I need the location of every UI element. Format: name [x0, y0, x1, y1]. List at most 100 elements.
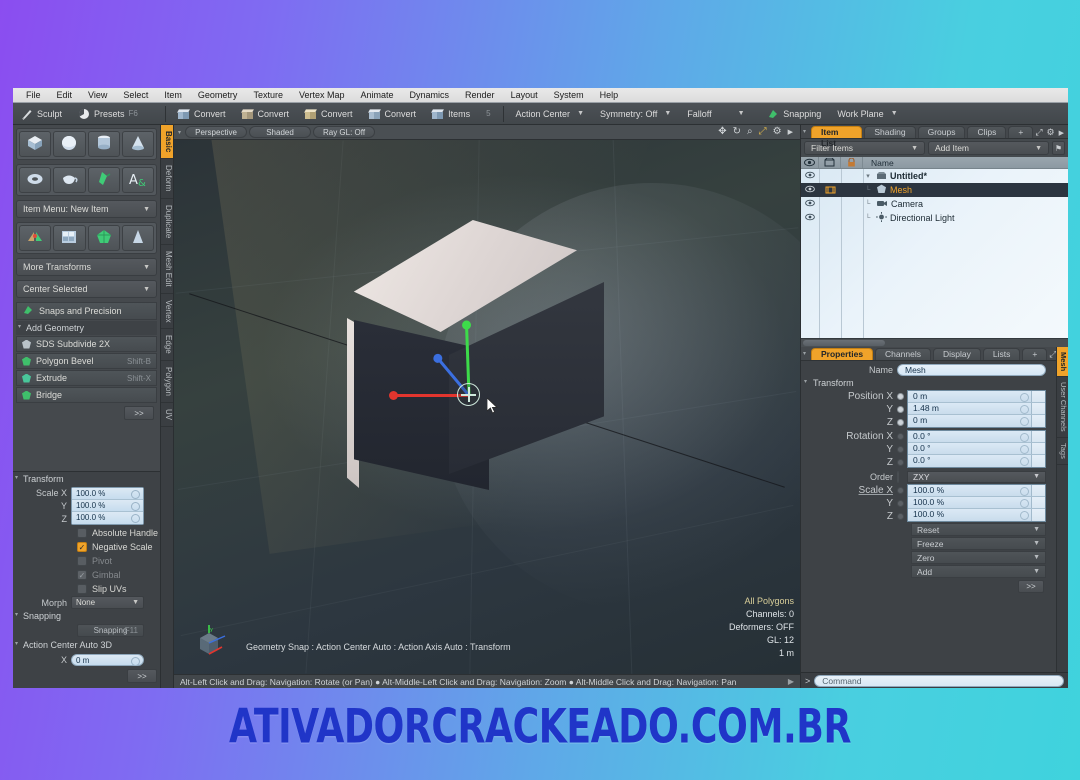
scale-y-field[interactable]: 100.0 % [908, 497, 1045, 509]
item-list-body[interactable]: ▾ Untitled* └ Mesh └ Camera └ Directiona… [801, 169, 1068, 338]
visibility-toggle[interactable] [801, 185, 819, 195]
menu-item-vertex-map[interactable]: Vertex Map [291, 88, 353, 103]
expander-icon[interactable]: ▾ [863, 172, 873, 180]
item-list-horizontal-scrollbar[interactable] [801, 338, 1068, 347]
chevron-right-icon[interactable]: ▶ [788, 129, 793, 136]
gizmo-x-handle[interactable] [389, 391, 398, 400]
tab-item-list[interactable]: Item List [811, 126, 863, 148]
transform-gizmo[interactable] [389, 320, 480, 406]
tab-clips[interactable]: Clips [967, 126, 1007, 138]
gimbal-row[interactable]: ✓ Gimbal [13, 568, 160, 582]
move-icon[interactable]: ✥ [718, 127, 726, 137]
left-more-button[interactable]: >> [124, 406, 154, 420]
position-z-field[interactable]: 0 m [908, 415, 1045, 427]
sphere-primitive-button[interactable] [53, 131, 86, 157]
position-y-animate-dot[interactable] [897, 406, 904, 413]
rotation-y-field[interactable]: 0.0 ° [908, 443, 1045, 455]
menu-item-view[interactable]: View [80, 88, 115, 103]
properties-more-button[interactable]: >> [1018, 580, 1044, 593]
cone-primitive-button[interactable] [121, 131, 154, 157]
visibility-toggle[interactable] [801, 199, 819, 209]
extrude-button[interactable]: Extrude Shift-X [16, 370, 157, 386]
negative-scale-row[interactable]: ✓ Negative Scale [13, 540, 160, 554]
morph-dropdown[interactable]: None ▼ [71, 596, 144, 609]
rotation-x-animate-dot[interactable] [897, 433, 904, 440]
gizmo-center-handle[interactable] [457, 383, 480, 406]
symmetry-dropdown[interactable]: Symmetry: Off ▼ [593, 105, 678, 123]
scale-x-field[interactable]: 100.0 % [908, 485, 1045, 497]
item-name-cell[interactable]: ▾ Untitled* [863, 171, 1068, 182]
gear-icon[interactable]: ⚙ [773, 127, 782, 137]
raygl-dropdown[interactable]: Ray GL: Off [313, 126, 376, 138]
render-toggle[interactable] [819, 185, 841, 196]
rvtab-tags[interactable]: Tags [1057, 438, 1068, 465]
tab-display[interactable]: Display [932, 348, 981, 360]
menu-item-file[interactable]: File [18, 88, 49, 103]
order-dropdown[interactable]: ZXY ▼ [907, 470, 1046, 483]
chevron-right-icon[interactable]: ▶ [1059, 129, 1064, 137]
tab-shading[interactable]: Shading [864, 126, 916, 138]
rotate-icon[interactable]: ↻ [733, 127, 741, 137]
absolute-handle-row[interactable]: Absolute Handle [13, 526, 160, 540]
taper-tool-button[interactable] [121, 225, 154, 251]
scale-z-field[interactable]: 100.0 % [908, 509, 1045, 521]
text-tool-button[interactable]: A & [121, 167, 154, 193]
more-transforms-dropdown[interactable]: More Transforms ▼ [16, 258, 157, 276]
sds-subdivide-button[interactable]: SDS Subdivide 2X [16, 336, 157, 352]
left-props-more-button[interactable]: >> [127, 669, 157, 683]
scale-y-animate-dot[interactable] [897, 500, 904, 507]
filter-flag-icon[interactable]: ⚑ [1052, 141, 1065, 155]
snapping-panel-button[interactable]: Snapping F11 [77, 624, 144, 637]
action-center-dropdown[interactable]: Action Center ▼ [509, 105, 591, 123]
snapping-button[interactable]: Snapping [760, 105, 828, 123]
zero-dropdown[interactable]: Zero ▼ [911, 551, 1046, 564]
name-input[interactable]: Mesh [897, 363, 1046, 376]
tab-add-prop[interactable]: + [1022, 348, 1048, 360]
scale-x-animate-dot[interactable] [897, 487, 904, 494]
teapot-primitive-button[interactable] [53, 167, 86, 193]
snapping-section-title[interactable]: Snapping [13, 609, 160, 623]
properties-transform-section[interactable]: Transform [801, 376, 1068, 390]
perspective-dropdown[interactable]: Perspective [185, 126, 248, 138]
array-tool-button[interactable] [53, 225, 86, 251]
menu-item-layout[interactable]: Layout [503, 88, 546, 103]
vtab-polygon[interactable]: Polygon [161, 361, 173, 403]
add-geometry-section[interactable]: Add Geometry [16, 321, 157, 335]
position-x-field[interactable]: 0 m [908, 391, 1045, 403]
gem-tool-button[interactable] [87, 225, 120, 251]
cube-primitive-button[interactable] [19, 131, 52, 157]
viewport-3d[interactable]: y Geometry Snap : Action Center Auto : A… [174, 140, 800, 674]
position-y-field[interactable]: 1.48 m [908, 403, 1045, 415]
center-selected-dropdown[interactable]: Center Selected ▼ [16, 280, 157, 298]
position-x-animate-dot[interactable] [897, 393, 904, 400]
vtab-deform[interactable]: Deform [161, 159, 173, 199]
vtab-vertex[interactable]: Vertex [161, 294, 173, 330]
snaps-and-precision-button[interactable]: Snaps and Precision [16, 302, 157, 320]
reset-dropdown[interactable]: Reset ▼ [911, 523, 1046, 536]
menu-item-item[interactable]: Item [156, 88, 190, 103]
gear-icon[interactable]: ⚙ [1047, 127, 1055, 138]
menu-item-edit[interactable]: Edit [49, 88, 81, 103]
rvtab-mesh[interactable]: Mesh [1057, 347, 1068, 378]
position-z-animate-dot[interactable] [897, 419, 904, 426]
tab-lists[interactable]: Lists [982, 348, 1021, 360]
rotation-y-animate-dot[interactable] [897, 446, 904, 453]
menu-item-animate[interactable]: Animate [352, 88, 401, 103]
rotation-x-field[interactable]: 0.0 ° [908, 431, 1045, 443]
mirror-tool-button[interactable] [19, 225, 52, 251]
scale-y-field[interactable]: 100.0 % [72, 500, 143, 512]
slip-uvs-checkbox[interactable] [77, 584, 87, 594]
pen-tool-button[interactable] [87, 167, 120, 193]
rotation-z-animate-dot[interactable] [897, 459, 904, 466]
scale-x-field[interactable]: 100.0 % [72, 488, 143, 500]
vtab-edge[interactable]: Edge [161, 329, 173, 361]
absolute-handle-checkbox[interactable] [77, 528, 87, 538]
negative-scale-checkbox[interactable]: ✓ [77, 542, 87, 552]
torus-primitive-button[interactable] [19, 167, 52, 193]
polygon-bevel-button[interactable]: Polygon Bevel Shift-B [16, 353, 157, 369]
menu-item-help[interactable]: Help [592, 88, 627, 103]
menu-item-texture[interactable]: Texture [245, 88, 291, 103]
item-list-row-light[interactable]: └ Directional Light [801, 211, 1068, 225]
visibility-toggle[interactable] [801, 171, 819, 181]
tab-groups[interactable]: Groups [917, 126, 966, 138]
